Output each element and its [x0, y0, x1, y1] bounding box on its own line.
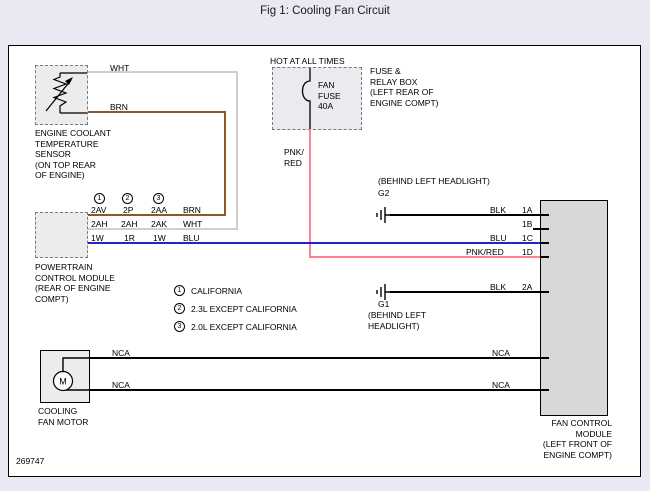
pin-1c-wire-label: BLU — [490, 233, 507, 244]
motor-icon: M — [41, 351, 89, 402]
module-pin-stub — [541, 228, 549, 230]
pin-1a-label: 1A — [522, 205, 532, 216]
fan-control-module-label-line: ENGINE COMPT) — [450, 450, 612, 461]
fan-control-module-label-line: MODULE — [450, 429, 612, 440]
pcm-pin: 2AH — [91, 219, 108, 230]
module-pin-stub — [541, 242, 549, 244]
pin-2a-label: 2A — [522, 282, 532, 293]
fan-control-module-label-line: FAN CONTROL — [450, 418, 612, 429]
fuse-relay-box — [272, 67, 362, 130]
blu-wire — [88, 242, 540, 244]
legend-text-2: 2.3L EXCEPT CALIFORNIA — [191, 304, 297, 315]
brn-wire-vertical — [224, 111, 226, 216]
sensor-label-line: (ON TOP REAR — [35, 160, 111, 171]
fuse-relay-box-label: FUSE & RELAY BOX (LEFT REAR OF ENGINE CO… — [370, 66, 438, 108]
nca-wire-top — [90, 357, 540, 359]
fuse-relay-box-label-line: ENGINE COMPT) — [370, 98, 438, 109]
nca-label-bottom-right: NCA — [492, 380, 510, 391]
nca-label-top-left: NCA — [112, 348, 130, 359]
figure-title: Fig 1: Cooling Fan Circuit — [0, 5, 650, 17]
pcm-pin: 2P — [123, 205, 133, 216]
fuse-label-line: 40A — [318, 101, 341, 112]
pcm-label-line: COMPT) — [35, 294, 115, 305]
column-marker-1: 1 — [94, 193, 105, 204]
pnk-red-wire-horizontal — [309, 256, 540, 258]
pnk-red-wire-label: PNK/ RED — [284, 147, 304, 168]
pcm-wire-color: BRN — [183, 205, 201, 216]
fuse-label-line: FAN — [318, 80, 341, 91]
pcm-label-line: (REAR OF ENGINE — [35, 283, 115, 294]
nca-label-bottom-left: NCA — [112, 380, 130, 391]
g2-location-label: (BEHIND LEFT HEADLIGHT) — [378, 176, 490, 187]
pnk-red-wire-vertical — [309, 129, 311, 258]
cooling-fan-motor-box: M — [40, 350, 90, 403]
fuse-relay-box-label-line: RELAY BOX — [370, 77, 438, 88]
module-pin-stub — [541, 389, 549, 391]
blk-wire-g1 — [390, 291, 540, 293]
coolant-temp-sensor-box — [35, 65, 88, 125]
hot-at-all-times-label: HOT AT ALL TIMES — [270, 56, 345, 67]
pcm-label: POWERTRAIN CONTROL MODULE (REAR OF ENGIN… — [35, 262, 115, 304]
pcm-pin: 2AK — [151, 219, 167, 230]
pin-1c-label: 1C — [522, 233, 533, 244]
pin-1b-stub-wire — [533, 228, 540, 230]
g1-location-line: (BEHIND LEFT — [368, 310, 426, 321]
fan-control-module-label: FAN CONTROL MODULE (LEFT FRONT OF ENGINE… — [450, 418, 612, 460]
fuse-relay-box-label-line: (LEFT REAR OF — [370, 87, 438, 98]
fan-control-module-box — [540, 200, 608, 416]
pcm-wire-color: WHT — [183, 219, 202, 230]
module-pin-stub — [541, 214, 549, 216]
wht-wire-top — [88, 71, 238, 73]
fan-control-module-label-line: (LEFT FRONT OF — [450, 439, 612, 450]
legend-text-1: CALIFORNIA — [191, 286, 242, 297]
module-pin-stub — [541, 357, 549, 359]
legend-marker-1: 1 — [174, 285, 185, 296]
pin-2a-wire-label: BLK — [490, 282, 506, 293]
pnk-red-wire-label-line: RED — [284, 158, 304, 169]
page: Fig 1: Cooling Fan Circuit WHT BRN ENGIN… — [0, 0, 650, 491]
pcm-pin: 2AH — [121, 219, 138, 230]
nca-label-top-right: NCA — [492, 348, 510, 359]
sensor-label-line: OF ENGINE) — [35, 170, 111, 181]
wht-wire-vertical — [236, 71, 238, 230]
g1-location-label: (BEHIND LEFT HEADLIGHT) — [368, 310, 426, 331]
blk-wire-g2 — [390, 214, 540, 216]
sensor-label: ENGINE COOLANT TEMPERATURE SENSOR (ON TO… — [35, 128, 111, 181]
brn-wire-top — [88, 111, 226, 113]
g1-location-line: HEADLIGHT) — [368, 321, 426, 332]
module-pin-stub — [541, 291, 549, 293]
legend-text-3: 2.0L EXCEPT CALIFORNIA — [191, 322, 297, 333]
pnk-red-wire-label-line: PNK/ — [284, 147, 304, 158]
thermistor-icon — [36, 66, 87, 124]
pcm-label-line: POWERTRAIN — [35, 262, 115, 273]
pin-1d-wire-label: PNK/RED — [466, 247, 504, 258]
fuse-label-line: FUSE — [318, 91, 341, 102]
module-pin-stub — [541, 256, 549, 258]
sensor-label-line: TEMPERATURE — [35, 139, 111, 150]
legend-marker-3: 3 — [174, 321, 185, 332]
legend-marker-2: 2 — [174, 303, 185, 314]
pcm-pin: 2AA — [151, 205, 167, 216]
pcm-box — [35, 212, 88, 258]
column-marker-3: 3 — [153, 193, 164, 204]
sensor-label-line: SENSOR — [35, 149, 111, 160]
fuse-icon — [273, 68, 361, 129]
sensor-label-line: ENGINE COOLANT — [35, 128, 111, 139]
nca-wire-bottom — [90, 389, 540, 391]
motor-symbol: M — [59, 377, 67, 387]
motor-label-line: COOLING — [38, 406, 88, 417]
diagram-id: 269747 — [16, 456, 44, 467]
g1-name-label: G1 — [378, 299, 389, 310]
column-marker-2: 2 — [122, 193, 133, 204]
g2-name-label: G2 — [378, 188, 389, 199]
motor-label-line: FAN MOTOR — [38, 417, 88, 428]
pin-1d-label: 1D — [522, 247, 533, 258]
pcm-pin: 2AV — [91, 205, 106, 216]
pcm-label-line: CONTROL MODULE — [35, 273, 115, 284]
pin-1b-label: 1B — [522, 219, 532, 230]
pin-1a-wire-label: BLK — [490, 205, 506, 216]
fuse-relay-box-label-line: FUSE & — [370, 66, 438, 77]
motor-label: COOLING FAN MOTOR — [38, 406, 88, 427]
fuse-label: FAN FUSE 40A — [318, 80, 341, 112]
